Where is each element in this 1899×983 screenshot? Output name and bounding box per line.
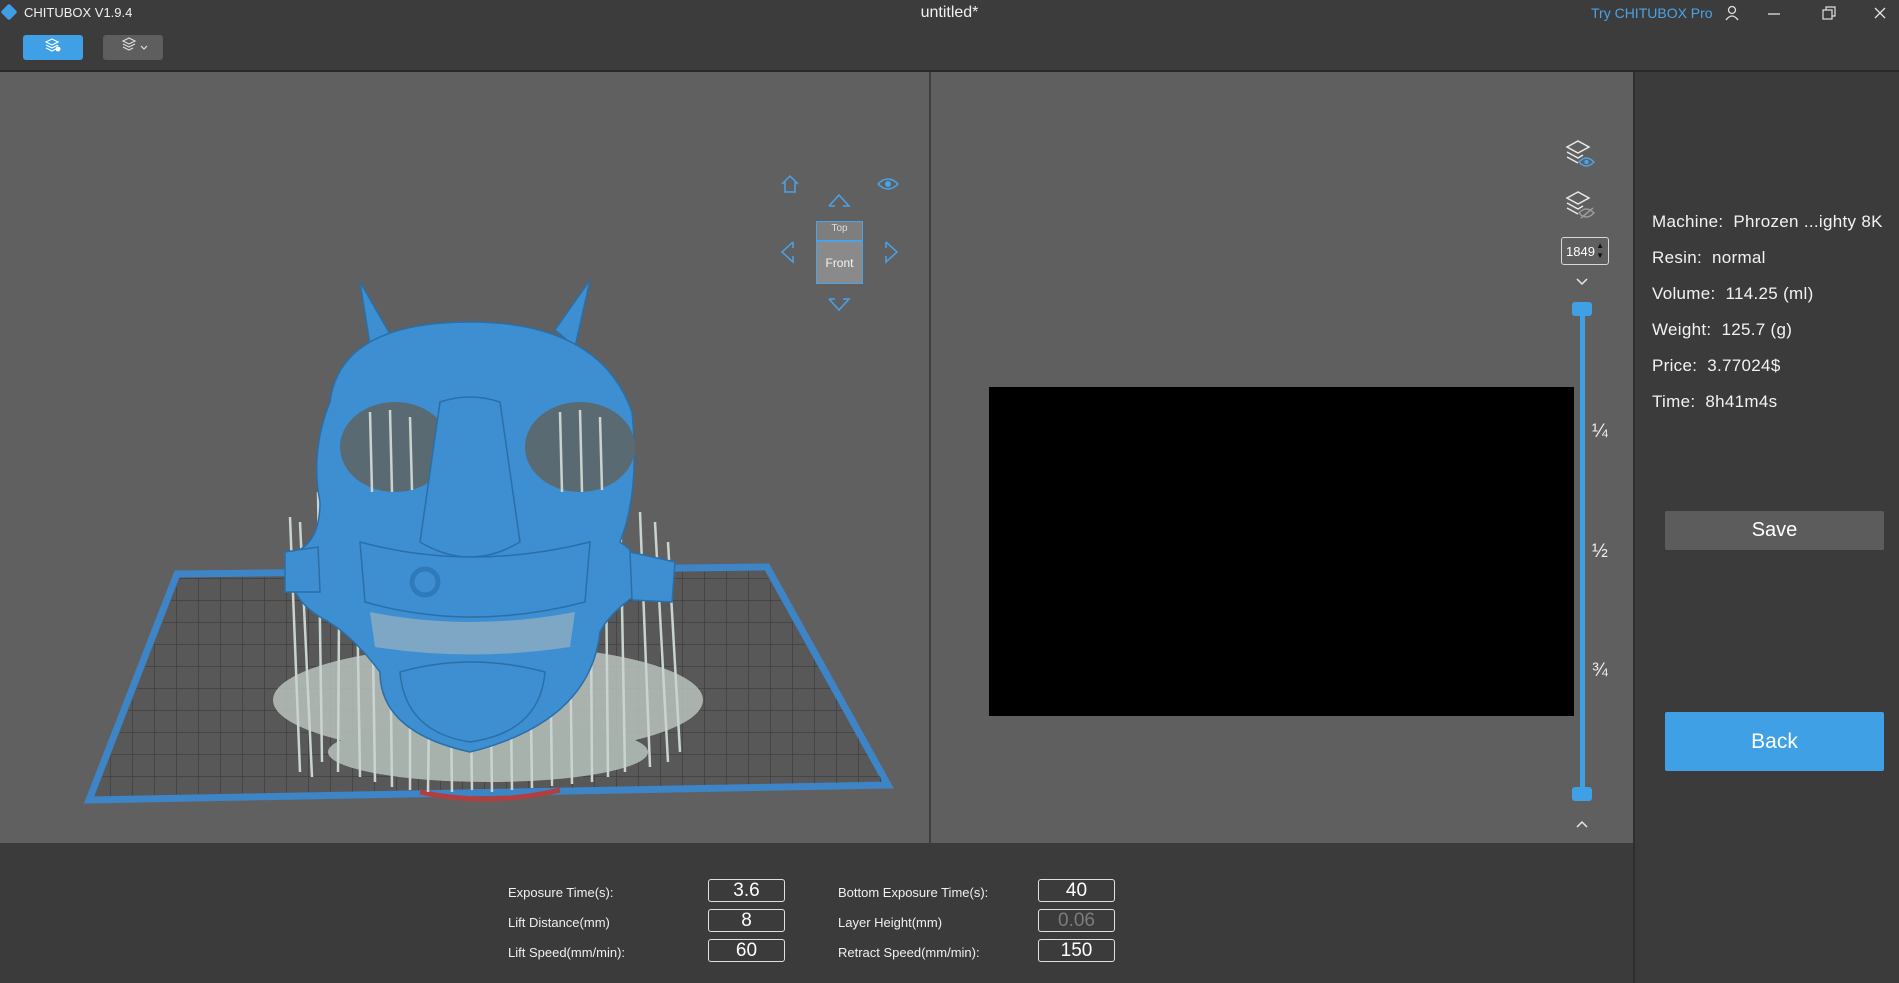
resin-value: normal xyxy=(1712,248,1766,267)
close-icon[interactable] xyxy=(1869,2,1891,24)
chevron-up-icon[interactable] xyxy=(1575,816,1589,834)
slider-mark-three-quarter: ¾ xyxy=(1592,660,1608,681)
view-cube-top[interactable]: Top xyxy=(816,221,863,241)
restore-icon[interactable] xyxy=(1818,2,1840,24)
layers-eye-icon[interactable] xyxy=(1563,138,1597,177)
spinner-arrows-icon[interactable]: ▲ ▼ xyxy=(1596,241,1604,261)
layers-dropdown-icon xyxy=(115,36,151,59)
slider-mark-quarter: ¼ xyxy=(1592,421,1608,442)
rotate-up-icon[interactable] xyxy=(827,192,851,213)
retract-speed-label: Retract Speed(mm/min): xyxy=(838,945,980,960)
resin-info: Resin: normal xyxy=(1652,248,1766,268)
bottom-exposure-input[interactable] xyxy=(1038,879,1115,902)
lift-speed-input[interactable] xyxy=(708,939,785,962)
rotate-right-icon[interactable] xyxy=(884,240,900,269)
toolbar xyxy=(0,26,1899,72)
price-value: 3.77024$ xyxy=(1707,356,1781,375)
home-icon[interactable] xyxy=(779,173,801,200)
layers-settings-icon xyxy=(43,37,63,58)
lift-distance-label: Lift Distance(mm) xyxy=(508,915,610,930)
machine-info: Machine: Phrozen ...ighty 8K xyxy=(1652,212,1883,232)
volume-value: 114.25 (ml) xyxy=(1725,284,1814,303)
bottom-exposure-label: Bottom Exposure Time(s): xyxy=(838,885,989,900)
chevron-down-icon[interactable] xyxy=(1575,274,1589,292)
lift-distance-input[interactable] xyxy=(708,909,785,932)
price-info: Price: 3.77024$ xyxy=(1652,356,1781,376)
price-label: Price: xyxy=(1652,356,1698,375)
chitubox-logo-icon xyxy=(0,3,18,21)
print-parameters-bar: Exposure Time(s): Lift Distance(mm) Lift… xyxy=(0,843,1633,983)
layer-slider-track[interactable] xyxy=(1580,309,1585,794)
user-icon[interactable] xyxy=(1721,2,1743,24)
save-button[interactable]: Save xyxy=(1665,511,1884,550)
time-label: Time: xyxy=(1652,392,1696,411)
layer-number-value: 1849 xyxy=(1566,243,1595,259)
time-info: Time: 8h41m4s xyxy=(1652,392,1777,412)
weight-info: Weight: 125.7 (g) xyxy=(1652,320,1792,340)
rotate-down-icon[interactable] xyxy=(827,297,851,318)
rotate-left-icon[interactable] xyxy=(779,240,795,269)
resin-label: Resin: xyxy=(1652,248,1702,267)
retract-speed-input[interactable] xyxy=(1038,939,1115,962)
layer-slider-top-handle[interactable] xyxy=(1572,302,1592,316)
eye-icon[interactable] xyxy=(876,177,900,196)
print-info-panel: Machine: Phrozen ...ighty 8K Resin: normal… xyxy=(1633,72,1899,983)
layer-slider-bottom-handle[interactable] xyxy=(1572,787,1592,801)
lift-speed-label: Lift Speed(mm/min): xyxy=(508,945,626,960)
volume-label: Volume: xyxy=(1652,284,1716,303)
minimize-icon[interactable] xyxy=(1763,2,1785,24)
layers-hidden-icon[interactable] xyxy=(1563,189,1597,228)
weight-label: Weight: xyxy=(1652,320,1712,339)
app-title: CHITUBOX V1.9.4 xyxy=(24,5,133,20)
slice-settings-button[interactable] xyxy=(23,35,83,60)
layer-preview-image xyxy=(989,387,1574,716)
layer-number-input[interactable]: 1849 ▲ ▼ xyxy=(1561,237,1609,265)
slider-mark-half: ½ xyxy=(1592,541,1608,562)
exposure-time-label: Exposure Time(s): xyxy=(508,885,614,900)
volume-info: Volume: 114.25 (ml) xyxy=(1652,284,1814,304)
view-cube-front[interactable]: Front xyxy=(816,241,863,284)
exposure-time-input[interactable] xyxy=(708,879,785,902)
weight-value: 125.7 (g) xyxy=(1721,320,1793,339)
3d-viewport[interactable]: Top Front xyxy=(0,72,929,915)
view-cube[interactable]: Top Front xyxy=(816,221,863,284)
layer-menu-button[interactable] xyxy=(103,35,163,60)
title-bar: CHITUBOX V1.9.4 untitled* Try CHITUBOX P… xyxy=(0,0,1899,26)
machine-value: Phrozen ...ighty 8K xyxy=(1733,212,1883,231)
time-value: 8h41m4s xyxy=(1705,392,1778,411)
machine-label: Machine: xyxy=(1652,212,1724,231)
back-button[interactable]: Back xyxy=(1665,712,1884,771)
try-pro-link[interactable]: Try CHITUBOX Pro xyxy=(1591,5,1713,21)
layer-height-label: Layer Height(mm) xyxy=(838,915,943,930)
layer-height-input xyxy=(1038,909,1115,932)
